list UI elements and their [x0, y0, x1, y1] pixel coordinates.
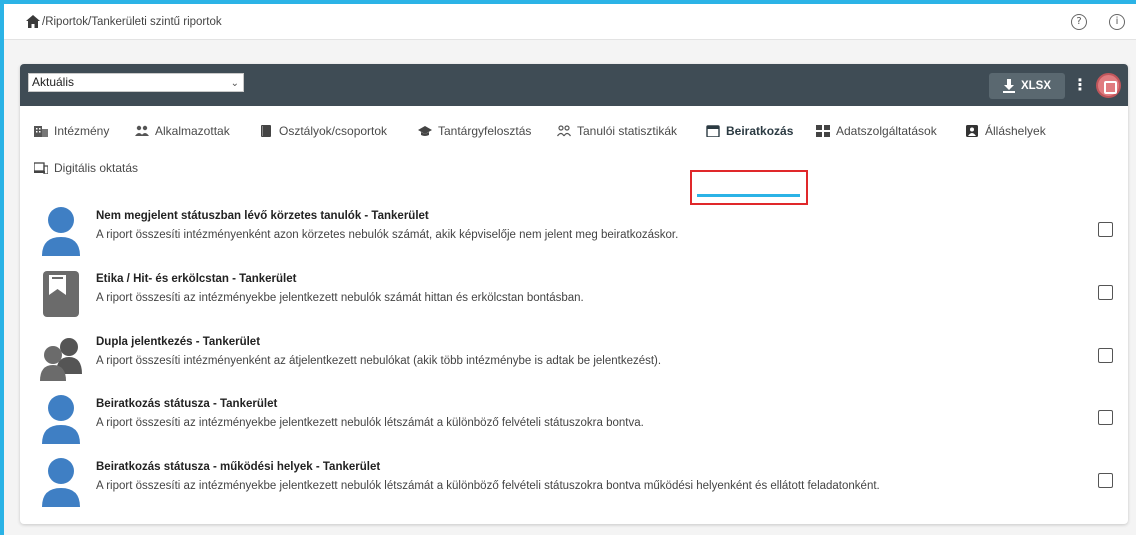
- download-icon: [1002, 79, 1015, 93]
- tab-bar: Intézmény Alkalmazottak Osztályok/csopor…: [20, 114, 1128, 205]
- report-item[interactable]: Etika / Hit- és erkölcstan - Tankerület …: [20, 267, 1128, 327]
- bookmark-icon: [43, 271, 79, 317]
- period-select[interactable]: Aktuális ⌄: [28, 73, 244, 92]
- report-checkbox[interactable]: [1098, 222, 1113, 237]
- report-item[interactable]: Nem megjelent státuszban lévő körzetes t…: [20, 204, 1128, 264]
- chevron-down-icon: ⌄: [230, 78, 239, 89]
- report-checkbox[interactable]: [1098, 348, 1113, 363]
- home-icon[interactable]: [26, 15, 40, 28]
- grid-icon: [816, 125, 830, 137]
- report-title: Beiratkozás státusza - Tankerület: [96, 398, 278, 410]
- report-title: Beiratkozás státusza - működési helyek -…: [96, 461, 381, 473]
- user-avatar-button[interactable]: [1096, 73, 1121, 98]
- tab-osztalyok[interactable]: Osztályok/csoportok: [259, 120, 387, 142]
- tab-label: Intézmény: [54, 124, 110, 138]
- highlight-box: [690, 170, 808, 205]
- tab-label: Beiratkozás: [726, 124, 794, 138]
- period-select-value: Aktuális: [32, 75, 75, 89]
- report-description: A riport összesíti az intézményekbe jele…: [96, 480, 880, 492]
- person-icon: [42, 207, 80, 256]
- person-icon: [42, 395, 80, 444]
- report-item[interactable]: Beiratkozás státusza - Tankerület A ripo…: [20, 392, 1128, 452]
- tab-tanuloi-statisztikak[interactable]: Tanulói statisztikák: [557, 120, 677, 142]
- report-checkbox[interactable]: [1098, 410, 1113, 425]
- report-description: A riport összesíti intézményenként azon …: [96, 229, 679, 241]
- people-icon: [135, 125, 149, 136]
- people-group-icon: [40, 338, 82, 381]
- report-checkbox[interactable]: [1098, 473, 1113, 488]
- calendar-icon: [706, 125, 720, 137]
- help-icon[interactable]: ?: [1071, 14, 1087, 30]
- info-icon[interactable]: i: [1109, 14, 1125, 30]
- graduation-cap-icon: [418, 126, 432, 136]
- report-title: Dupla jelentkezés - Tankerület: [96, 336, 261, 348]
- tab-digitalis-oktatas[interactable]: Digitális oktatás: [34, 157, 138, 179]
- devices-icon: [34, 162, 48, 174]
- tab-allashelyek[interactable]: Álláshelyek: [965, 120, 1046, 142]
- report-checkbox[interactable]: [1098, 285, 1113, 300]
- more-vertical-icon[interactable]: ⋮: [1072, 75, 1088, 97]
- tab-tantargyfelosztas[interactable]: Tantárgyfelosztás: [418, 120, 531, 142]
- tab-label: Osztályok/csoportok: [279, 124, 388, 138]
- top-bar: /Riportok/Tankerületi szintű riportok ? …: [4, 4, 1136, 40]
- report-item[interactable]: Beiratkozás státusza - működési helyek -…: [20, 455, 1128, 515]
- report-title: Nem megjelent státuszban lévő körzetes t…: [96, 210, 429, 222]
- report-title: Etika / Hit- és erkölcstan - Tankerület: [96, 273, 297, 285]
- report-description: A riport összesíti intézményenként az át…: [96, 355, 662, 367]
- report-card: Aktuális ⌄ XLSX ⋮ Intézmény Alkalmazotta…: [20, 64, 1128, 524]
- group-outline-icon: [557, 125, 571, 137]
- card-toolbar: Aktuális ⌄ XLSX ⋮: [20, 64, 1128, 106]
- tab-label: Álláshelyek: [985, 124, 1046, 138]
- tab-intezmeny[interactable]: Intézmény: [34, 120, 109, 142]
- person-icon: [42, 458, 80, 507]
- report-description: A riport összesíti az intézményekbe jele…: [96, 417, 644, 429]
- tab-label: Tanulói statisztikák: [577, 124, 678, 138]
- tab-label: Alkalmazottak: [155, 124, 230, 138]
- tab-label: Digitális oktatás: [54, 161, 139, 175]
- export-xlsx-button[interactable]: XLSX: [989, 73, 1065, 99]
- report-description: A riport összesíti az intézményekbe jele…: [96, 292, 584, 304]
- book-icon: [261, 125, 271, 137]
- tab-adatszolgaltatasok[interactable]: Adatszolgáltatások: [816, 120, 937, 142]
- badge-icon: [966, 125, 978, 137]
- report-item[interactable]: Dupla jelentkezés - Tankerület A riport …: [20, 330, 1128, 390]
- breadcrumb[interactable]: /Riportok/Tankerületi szintű riportok: [42, 16, 222, 28]
- tab-label: Adatszolgáltatások: [836, 124, 937, 138]
- tab-alkalmazottak[interactable]: Alkalmazottak: [135, 120, 230, 142]
- export-xlsx-label: XLSX: [1020, 80, 1052, 92]
- building-icon: [34, 126, 48, 137]
- tab-beiratkozas[interactable]: Beiratkozás: [706, 120, 793, 142]
- tab-label: Tantárgyfelosztás: [438, 124, 532, 138]
